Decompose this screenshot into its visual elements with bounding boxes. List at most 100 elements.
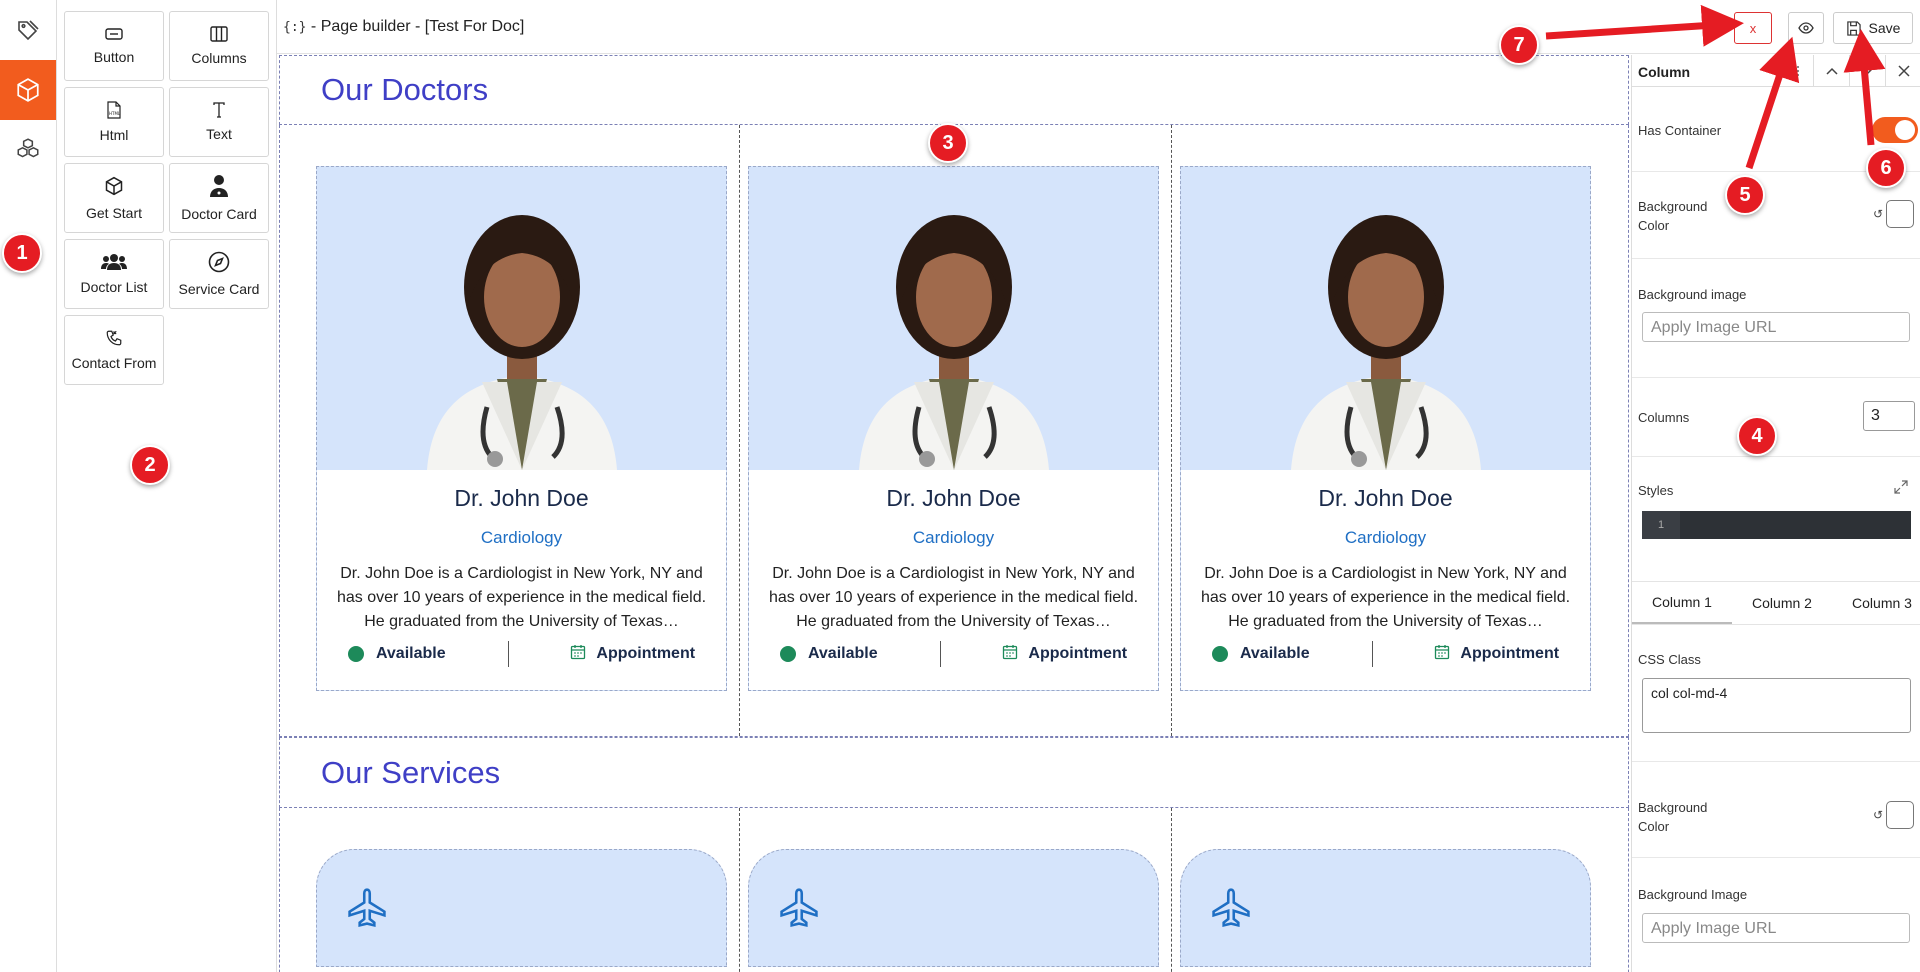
doctor-specialty: Cardiology xyxy=(1344,528,1427,547)
calendar-icon xyxy=(1434,644,1450,665)
availability: Available xyxy=(779,645,878,663)
doctor-card[interactable]: Dr. John Doe Cardiology Dr. John Doe is a … xyxy=(1180,166,1591,691)
palette-item-text[interactable]: Text xyxy=(169,87,269,157)
palette-item-contact-from[interactable]: Contact From xyxy=(64,315,164,385)
css-class-input[interactable]: col col-md-4 xyxy=(1642,678,1911,733)
compass-icon xyxy=(208,251,230,273)
doctor-card-footer: Available Appointment xyxy=(1181,640,1590,668)
move-handle[interactable] xyxy=(1777,55,1813,87)
tab-column-2[interactable]: Column 2 xyxy=(1732,582,1832,624)
column-tabs: Column 1 Column 2 Column 3 xyxy=(1632,581,1920,625)
save-label: Save xyxy=(1868,20,1901,36)
palette-item-doctor-list[interactable]: Doctor List xyxy=(64,239,164,309)
palette-item-get-start[interactable]: Get Start xyxy=(64,163,164,233)
has-container-label: Has Container xyxy=(1638,123,1722,138)
appointment-label: Appointment xyxy=(1460,645,1560,662)
appointment-link[interactable]: Appointment xyxy=(1002,644,1127,665)
column-divider xyxy=(739,125,740,736)
save-icon xyxy=(1846,20,1861,36)
cube-icon[interactable] xyxy=(0,60,56,120)
background-color-label: Background Color xyxy=(1638,199,1708,233)
svg-text:HTML: HTML xyxy=(109,111,121,116)
panel-close-button[interactable] xyxy=(1885,55,1920,87)
has-container-toggle[interactable] xyxy=(1872,117,1918,143)
palette-item-label: Doctor List xyxy=(80,279,148,295)
doctor-info: Dr. John Doe Cardiology Dr. John Doe is a … xyxy=(749,470,1158,690)
background-color-swatch[interactable] xyxy=(1886,200,1914,228)
doctor-info: Dr. John Doe Cardiology Dr. John Doe is a … xyxy=(317,470,726,690)
section-heading[interactable]: Our Doctors xyxy=(279,55,1629,125)
palette-item-label: Html xyxy=(99,127,129,143)
move-up-button[interactable] xyxy=(1813,55,1849,87)
service-card[interactable] xyxy=(748,849,1159,967)
appointment-label: Appointment xyxy=(1028,645,1128,662)
builder-canvas[interactable]: Our Doctors Dr. John Doe Cardiology Dr. Jo… xyxy=(277,55,1631,972)
doctor-description: Dr. John Doe is a Cardiologist in New Yo… xyxy=(1200,565,1571,630)
divider xyxy=(1632,456,1920,457)
calendar-icon xyxy=(570,644,586,665)
doctor-photo xyxy=(317,167,726,470)
status-dot-icon xyxy=(779,646,796,662)
status-dot-icon xyxy=(347,646,364,662)
palette-item-label: Columns xyxy=(191,50,247,66)
line-number: 1 xyxy=(1642,511,1680,539)
users-icon xyxy=(101,254,127,270)
palette-item-service-card[interactable]: Service Card xyxy=(169,239,269,309)
reset-icon[interactable]: ↺ xyxy=(1873,207,1883,221)
reset-icon[interactable]: ↺ xyxy=(1873,808,1883,822)
tab-column-3[interactable]: Column 3 xyxy=(1832,582,1920,624)
settings-panel: Column Has Container Background Color ↺ … xyxy=(1631,55,1920,972)
palette-item-label: Button xyxy=(93,49,135,65)
panel-title: Column xyxy=(1638,64,1691,80)
preview-button[interactable] xyxy=(1788,12,1824,44)
builder-topbar: {:} - Page builder - [Test For Doc] x Sa… xyxy=(277,0,1920,54)
availability: Available xyxy=(1211,645,1310,663)
calendar-icon xyxy=(1002,644,1018,665)
palette-item-label: Contact From xyxy=(71,355,157,371)
styles-code-editor[interactable]: 1 xyxy=(1642,511,1911,539)
annotation-badge: 2 xyxy=(130,445,170,485)
doctor-name: Dr. John Doe xyxy=(886,485,1021,511)
service-card[interactable] xyxy=(316,849,727,967)
palette-item-doctor-card[interactable]: Doctor Card xyxy=(169,163,269,233)
button-icon xyxy=(105,28,123,40)
palette-item-columns[interactable]: Columns xyxy=(169,11,269,81)
expand-icon[interactable] xyxy=(1894,480,1908,499)
appointment-link[interactable]: Appointment xyxy=(1434,644,1559,665)
column-background-color-swatch[interactable] xyxy=(1886,801,1914,829)
doctor-card-footer: Available Appointment xyxy=(749,640,1158,668)
appointment-label: Appointment xyxy=(596,645,696,662)
close-button[interactable]: x xyxy=(1734,12,1772,44)
eye-icon xyxy=(1798,22,1814,34)
doctor-specialty: Cardiology xyxy=(480,528,563,547)
divider xyxy=(1632,857,1920,858)
section-heading[interactable]: Our Services xyxy=(279,737,1629,808)
move-down-button[interactable] xyxy=(1849,55,1885,87)
doctor-photo xyxy=(1181,167,1590,470)
doctor-card[interactable]: Dr. John Doe Cardiology Dr. John Doe is a … xyxy=(748,166,1159,691)
tags-icon[interactable] xyxy=(0,0,56,60)
save-button[interactable]: Save xyxy=(1833,12,1913,44)
availability-label: Available xyxy=(807,645,878,662)
doctor-name: Dr. John Doe xyxy=(1318,485,1453,511)
palette-item-html[interactable]: HTML Html xyxy=(64,87,164,157)
doctor-photo xyxy=(749,167,1158,470)
columns-label: Columns xyxy=(1638,410,1690,425)
drag-icon xyxy=(1792,66,1799,76)
divider xyxy=(1632,258,1920,259)
appointment-link[interactable]: Appointment xyxy=(570,644,695,665)
page-title: {:} - Page builder - [Test For Doc] xyxy=(283,18,524,36)
service-card[interactable] xyxy=(1180,849,1591,967)
doctor-name: Dr. John Doe xyxy=(454,485,589,511)
availability-label: Available xyxy=(375,645,446,662)
divider xyxy=(1632,761,1920,762)
doctor-card[interactable]: Dr. John Doe Cardiology Dr. John Doe is a … xyxy=(316,166,727,691)
column-background-image-input[interactable]: Apply Image URL xyxy=(1642,913,1910,943)
columns-input[interactable]: 3 xyxy=(1863,401,1915,431)
css-class-label: CSS Class xyxy=(1638,652,1701,667)
palette-item-button[interactable]: Button xyxy=(64,11,164,81)
phone-icon xyxy=(106,330,122,346)
tab-column-1[interactable]: Column 1 xyxy=(1632,582,1732,624)
cubes-icon[interactable] xyxy=(0,120,56,180)
background-image-input[interactable]: Apply Image URL xyxy=(1642,312,1910,342)
